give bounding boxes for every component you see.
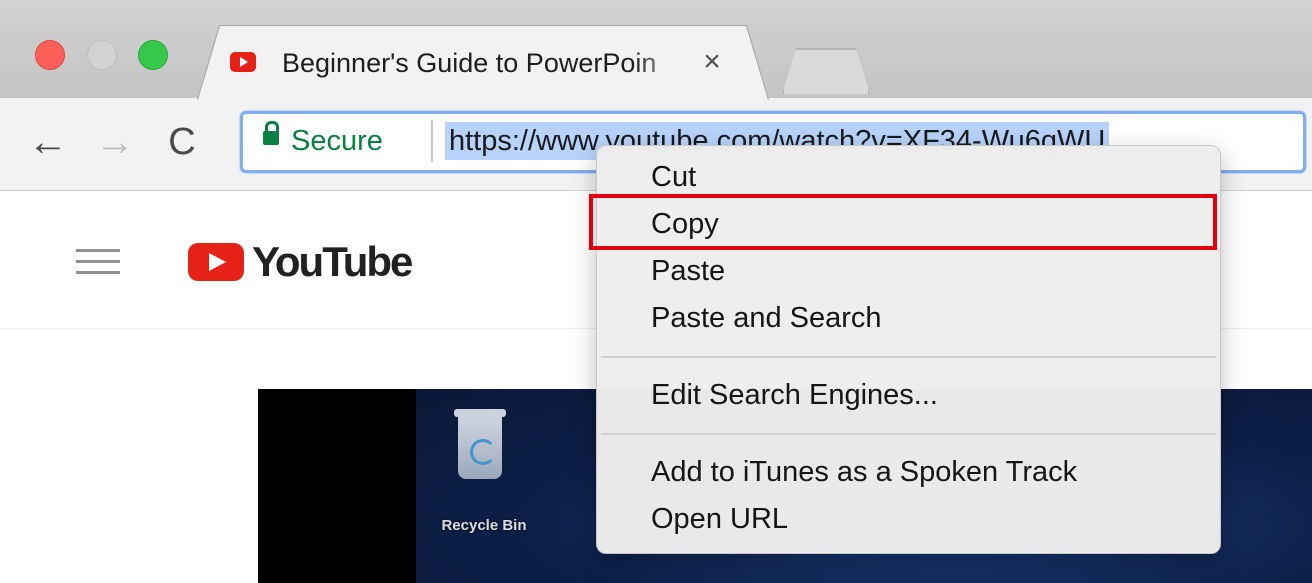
forward-arrow-icon[interactable]: → xyxy=(95,116,135,168)
menu-item-open-url[interactable]: Open URL xyxy=(597,496,1220,542)
youtube-favicon-icon xyxy=(230,52,256,72)
recycle-bin-icon xyxy=(454,409,506,479)
tab-title: Beginner's Guide to PowerPoin xyxy=(282,48,657,78)
tab-close-icon[interactable]: × xyxy=(695,44,729,80)
menu-item-paste-and-search[interactable]: Paste and Search xyxy=(597,295,1220,341)
address-separator xyxy=(431,120,433,162)
back-arrow-icon[interactable]: ← xyxy=(28,116,68,168)
window-minimize-button[interactable] xyxy=(87,40,117,70)
youtube-logo-text[interactable]: YouTube xyxy=(252,237,413,287)
secure-label[interactable]: Secure xyxy=(291,122,383,160)
menu-separator xyxy=(601,356,1216,358)
copy-highlight-annotation xyxy=(589,194,1217,250)
window-close-button[interactable] xyxy=(35,40,65,70)
lock-icon[interactable] xyxy=(263,121,279,145)
menu-item-edit-search-engines[interactable]: Edit Search Engines... xyxy=(597,372,1220,418)
youtube-logo-icon[interactable] xyxy=(188,243,244,281)
video-letterbox xyxy=(258,389,416,583)
window-zoom-button[interactable] xyxy=(138,40,168,70)
recycle-bin-label: Recycle Bin xyxy=(441,517,527,534)
hamburger-menu-icon[interactable] xyxy=(76,249,120,275)
tab-active[interactable]: Beginner's Guide to PowerPoin × xyxy=(198,26,768,100)
menu-item-paste[interactable]: Paste xyxy=(597,248,1220,294)
menu-item-add-to-itunes[interactable]: Add to iTunes as a Spoken Track xyxy=(597,449,1220,495)
tab-strip: Beginner's Guide to PowerPoin × xyxy=(0,0,1312,98)
menu-separator xyxy=(601,433,1216,435)
reload-icon[interactable]: C xyxy=(162,116,202,168)
new-tab-button[interactable] xyxy=(782,48,870,94)
